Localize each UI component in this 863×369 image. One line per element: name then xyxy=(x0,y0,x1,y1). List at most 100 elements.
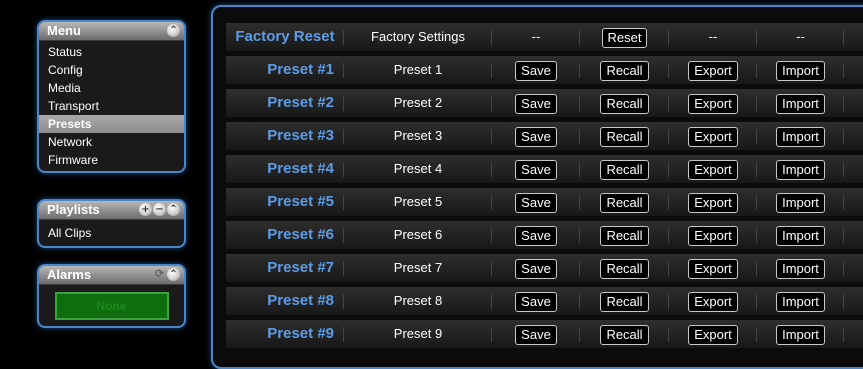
menu-list: Status Config Media Transport Presets Ne… xyxy=(39,41,184,171)
table-row: Preset #5 Preset 5 Save Recall Export Import xyxy=(226,188,863,216)
table-row: Preset #4 Preset 4 Save Recall Export Import xyxy=(226,155,863,183)
preset-label: Preset 3 xyxy=(344,122,492,150)
import-button[interactable]: Import xyxy=(776,291,825,312)
row-end xyxy=(844,89,863,117)
placeholder-dash: -- xyxy=(492,23,580,51)
preset-name: Preset #5 xyxy=(226,188,344,216)
export-button[interactable]: Export xyxy=(688,60,738,81)
row-end xyxy=(844,56,863,84)
recall-button[interactable]: Recall xyxy=(600,192,649,213)
preset-label: Preset 5 xyxy=(344,188,492,216)
save-button[interactable]: Save xyxy=(515,225,557,246)
row-end xyxy=(844,122,863,150)
menu-item-network[interactable]: Network xyxy=(39,133,184,151)
export-button[interactable]: Export xyxy=(688,93,738,114)
menu-panel: Menu ⌃ Status Config Media Transport Pre… xyxy=(37,20,186,173)
save-button[interactable]: Save xyxy=(515,60,557,81)
preset-label: Preset 2 xyxy=(344,89,492,117)
export-button[interactable]: Export xyxy=(688,225,738,246)
save-button[interactable]: Save xyxy=(515,126,557,147)
import-button[interactable]: Import xyxy=(776,60,825,81)
add-icon[interactable]: + xyxy=(139,203,152,216)
save-button[interactable]: Save xyxy=(515,93,557,114)
recall-button[interactable]: Recall xyxy=(600,291,649,312)
preset-label: Preset 4 xyxy=(344,155,492,183)
recall-button[interactable]: Recall xyxy=(600,258,649,279)
import-button[interactable]: Import xyxy=(776,93,825,114)
table-row-factory-reset: Factory Reset Factory Settings -- Reset … xyxy=(226,23,863,51)
export-button[interactable]: Export xyxy=(688,291,738,312)
row-end xyxy=(844,188,863,216)
export-button[interactable]: Export xyxy=(688,159,738,180)
save-button[interactable]: Save xyxy=(515,258,557,279)
table-row: Preset #2 Preset 2 Save Recall Export Import xyxy=(226,89,863,117)
recall-button[interactable]: Recall xyxy=(600,159,649,180)
row-end xyxy=(844,221,863,249)
remove-icon[interactable]: − xyxy=(153,203,166,216)
recall-button[interactable]: Recall xyxy=(600,60,649,81)
recall-button[interactable]: Recall xyxy=(600,324,649,345)
refresh-icon[interactable]: ⟳ xyxy=(153,268,166,281)
export-button[interactable]: Export xyxy=(688,126,738,147)
recall-button[interactable]: Recall xyxy=(600,126,649,147)
playlists-header: Playlists + − ⌃ xyxy=(39,201,184,220)
alarms-header: Alarms ⟳ ⌃ xyxy=(39,266,184,285)
table-row: Preset #7 Preset 7 Save Recall Export Import xyxy=(226,254,863,282)
alarm-status-indicator: None xyxy=(54,292,169,320)
factory-settings-label: Factory Settings xyxy=(344,23,492,51)
import-button[interactable]: Import xyxy=(776,258,825,279)
collapse-icon[interactable]: ⌃ xyxy=(167,268,180,281)
save-button[interactable]: Save xyxy=(515,159,557,180)
presets-panel: Factory Reset Factory Settings -- Reset … xyxy=(211,5,863,369)
menu-title: Menu xyxy=(47,23,81,38)
alarms-title: Alarms xyxy=(47,267,92,282)
preset-label: Preset 6 xyxy=(344,221,492,249)
menu-item-presets[interactable]: Presets xyxy=(39,115,184,133)
export-button[interactable]: Export xyxy=(688,258,738,279)
placeholder-dash: -- xyxy=(669,23,757,51)
row-end xyxy=(844,320,863,348)
preset-label: Preset 7 xyxy=(344,254,492,282)
import-button[interactable]: Import xyxy=(776,225,825,246)
menu-item-transport[interactable]: Transport xyxy=(39,97,184,115)
menu-item-media[interactable]: Media xyxy=(39,79,184,97)
save-button[interactable]: Save xyxy=(515,192,557,213)
preset-name: Preset #3 xyxy=(226,122,344,150)
row-end xyxy=(844,254,863,282)
recall-button[interactable]: Recall xyxy=(600,225,649,246)
recall-button[interactable]: Recall xyxy=(600,93,649,114)
menu-item-config[interactable]: Config xyxy=(39,61,184,79)
table-row: Preset #1 Preset 1 Save Recall Export Import xyxy=(226,56,863,84)
presets-table: Factory Reset Factory Settings -- Reset … xyxy=(226,23,863,353)
row-end xyxy=(844,155,863,183)
table-row: Preset #9 Preset 9 Save Recall Export Import xyxy=(226,320,863,348)
preset-name: Preset #7 xyxy=(226,254,344,282)
preset-label: Preset 8 xyxy=(344,287,492,315)
row-end xyxy=(844,23,863,51)
menu-item-firmware[interactable]: Firmware xyxy=(39,151,184,169)
import-button[interactable]: Import xyxy=(776,324,825,345)
import-button[interactable]: Import xyxy=(776,126,825,147)
playlists-list: All Clips xyxy=(39,220,184,246)
preset-label: Preset 9 xyxy=(344,320,492,348)
save-button[interactable]: Save xyxy=(515,324,557,345)
table-row: Preset #8 Preset 8 Save Recall Export Import xyxy=(226,287,863,315)
alarms-panel: Alarms ⟳ ⌃ None xyxy=(37,264,186,328)
save-button[interactable]: Save xyxy=(515,291,557,312)
export-button[interactable]: Export xyxy=(688,192,738,213)
preset-name: Preset #4 xyxy=(226,155,344,183)
factory-reset-name: Factory Reset xyxy=(226,23,344,51)
playlists-panel: Playlists + − ⌃ All Clips xyxy=(37,199,186,248)
import-button[interactable]: Import xyxy=(776,192,825,213)
import-button[interactable]: Import xyxy=(776,159,825,180)
reset-button[interactable]: Reset xyxy=(601,27,648,48)
table-row: Preset #3 Preset 3 Save Recall Export Import xyxy=(226,122,863,150)
playlists-title: Playlists xyxy=(47,202,100,217)
preset-label: Preset 1 xyxy=(344,56,492,84)
collapse-icon[interactable]: ⌃ xyxy=(167,24,180,37)
collapse-icon[interactable]: ⌃ xyxy=(167,203,180,216)
playlist-item-all-clips[interactable]: All Clips xyxy=(39,222,184,244)
menu-item-status[interactable]: Status xyxy=(39,43,184,61)
export-button[interactable]: Export xyxy=(688,324,738,345)
row-end xyxy=(844,287,863,315)
